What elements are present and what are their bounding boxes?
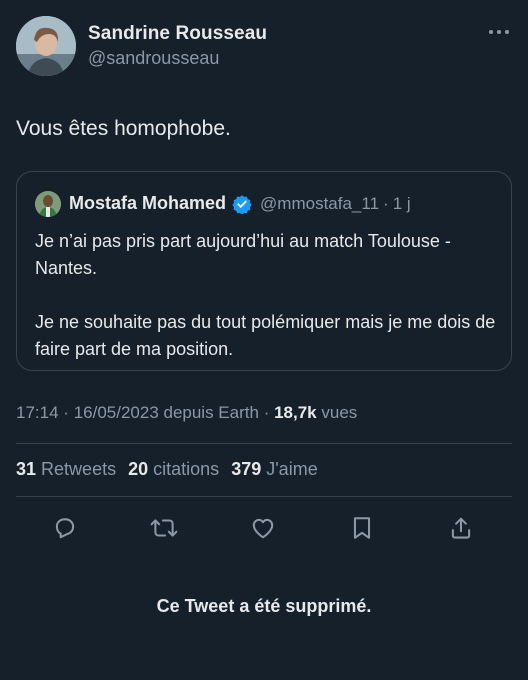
quotes-stat[interactable]: 20 citations [128, 459, 219, 480]
share-icon [451, 517, 471, 539]
views-label: vues [321, 403, 358, 422]
author-avatar[interactable] [16, 16, 76, 76]
likes-count: 379 [231, 459, 262, 479]
tweet-text: Vous êtes homophobe. [16, 117, 231, 140]
tweet-stats: 31 Retweets 20 citations 379 J'aime [16, 459, 330, 480]
tweet-actions [0, 510, 528, 546]
bookmark-button[interactable] [344, 510, 380, 546]
retweets-stat[interactable]: 31 Retweets [16, 459, 116, 480]
tweet-date-source[interactable]: 16/05/2023 depuis Earth [74, 403, 259, 422]
quotes-label: citations [153, 459, 220, 479]
more-options-button[interactable] [484, 22, 514, 42]
quoted-timestamp[interactable]: 1 j [393, 194, 411, 214]
retweets-count: 31 [16, 459, 37, 479]
tweet-detail: Sandrine Rousseau @sandrousseau Vous ête… [0, 0, 528, 680]
views-count: 18,7k [274, 403, 317, 422]
quoted-paragraph: Je ne souhaite pas du tout polémiquer ma… [35, 312, 496, 359]
verified-badge-icon [232, 194, 252, 215]
quoted-tweet-text: Je n’ai pas pris part aujourd’hui au mat… [35, 228, 505, 363]
retweet-button[interactable] [146, 510, 182, 546]
quoted-paragraph: Je n’ai pas pris part aujourd’hui au mat… [35, 231, 451, 278]
author-handle[interactable]: @sandrousseau [88, 48, 219, 69]
deleted-tweet-notice: Ce Tweet a été supprimé. [156, 596, 372, 616]
reply-button[interactable] [47, 510, 83, 546]
separator-dot: · [63, 403, 69, 422]
share-button[interactable] [443, 510, 479, 546]
quoted-author-handle[interactable]: @mmostafa_11 [260, 194, 379, 214]
more-icon [489, 30, 509, 34]
likes-stat[interactable]: 379 J'aime [231, 459, 318, 480]
tweet-meta: 17:14 · 16/05/2023 depuis Earth · 18,7k … [16, 403, 357, 423]
quoted-author-avatar[interactable] [35, 191, 61, 217]
quoted-author-name[interactable]: Mostafa Mohamed [69, 193, 226, 214]
quoted-tweet[interactable]: Mostafa Mohamed @mmostafa_11 · 1 j Je n’… [16, 171, 512, 371]
bookmark-icon [353, 517, 371, 539]
likes-label: J'aime [266, 459, 318, 479]
like-button[interactable] [245, 510, 281, 546]
author-name[interactable]: Sandrine Rousseau [88, 23, 267, 45]
tweet-time[interactable]: 17:14 [16, 403, 59, 422]
reply-icon [55, 518, 75, 539]
divider [16, 496, 512, 497]
like-icon [252, 518, 274, 539]
separator-dot: · [383, 193, 389, 213]
separator-dot: · [263, 403, 270, 422]
quotes-count: 20 [128, 459, 149, 479]
retweets-label: Retweets [41, 459, 117, 479]
divider [16, 443, 512, 444]
retweet-icon [150, 519, 178, 537]
quoted-tweet-header: Mostafa Mohamed @mmostafa_11 · 1 j [69, 193, 411, 215]
